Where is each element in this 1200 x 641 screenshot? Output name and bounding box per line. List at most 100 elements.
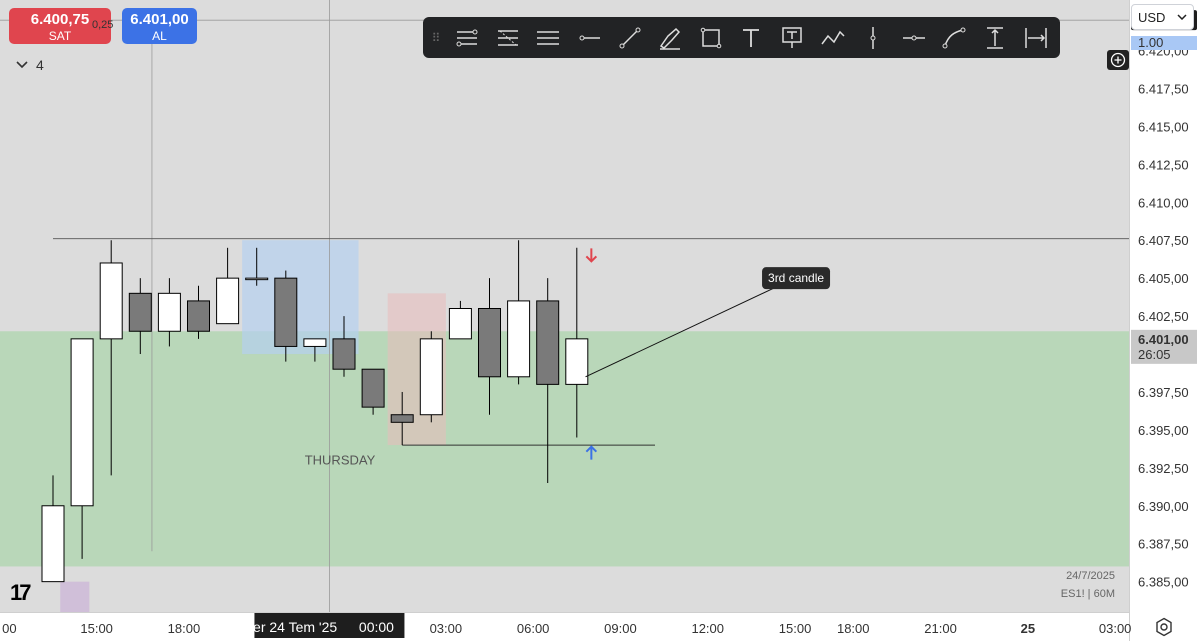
time-tick-label: 18:00 [168,621,201,636]
currency-value: USD [1138,9,1166,25]
plus-circle-icon [1110,52,1126,68]
fib-extension-tool[interactable] [488,17,529,58]
time-tick-label: 06:00 [517,621,550,636]
price-tick-label: 6.402,50 [1138,309,1189,324]
trend-line-tool[interactable] [609,17,650,58]
price-tick-label: 6.390,00 [1138,499,1189,514]
buy-label: AL [152,29,167,43]
fib-retracement-icon [456,29,478,46]
candle-body-bull [99,262,123,340]
candle-body-bear [361,368,385,408]
buy-button[interactable]: 6.401,00 AL [122,8,197,44]
candle-body-bull [419,338,443,416]
price-range-icon [987,26,1004,49]
time-tick-label: 18:00 [837,621,870,636]
candle-body-bull [70,338,94,507]
price-chart[interactable]: THURSDAY 3rd candle 6.385,00 6.387,50 6.390,… [0,0,1200,641]
add-alert-button[interactable] [1107,50,1129,70]
time-tick-label: 21:00 [924,621,957,636]
zone-1[interactable] [242,240,359,355]
chevron-down-icon [1177,14,1187,20]
candle-body-bull [245,277,269,281]
date-range-tool[interactable] [1015,17,1056,58]
time-tick-label: 15:00 [779,621,812,636]
horizontal-ray-tool[interactable] [569,17,610,58]
current-price-label: 6.401,00 [1138,332,1189,347]
horizontal-ray-icon [579,35,601,40]
price-range-tool[interactable] [975,17,1016,58]
price-tick-label: 6.410,00 [1138,195,1189,210]
crosshair-tag-label: 1.00 [1138,35,1163,50]
candle-body-bear [187,300,210,332]
price-tick-label: 6.415,00 [1138,119,1189,134]
chart-date-label: 24/7/2025 [1066,570,1115,582]
price-tick-label: 6.387,50 [1138,537,1189,552]
drawing-toolbar: ⠿ [423,17,1060,58]
indicator-count: 4 [36,57,44,73]
candle-body-bear [128,292,152,332]
price-tick-label: 6.395,00 [1138,423,1189,438]
annotation-text: THURSDAY [305,452,376,467]
price-tick-label: 6.417,50 [1138,81,1189,96]
sell-label: SAT [48,29,72,43]
horizontal-line-icon [902,35,925,40]
candle-body-bull [216,277,240,325]
price-tick-label: 6.412,50 [1138,157,1189,172]
rectangle-tool[interactable] [691,17,732,58]
price-tick-label: 6.392,50 [1138,461,1189,476]
candle-body-bull [448,308,472,340]
candle-body-bear [390,414,414,423]
curve-tool[interactable] [934,17,975,58]
candle-body-bull [41,505,65,583]
time-tick-label: 25 [1021,621,1035,636]
spread-value: 0,25 [92,19,114,31]
fib-extension-icon [497,29,518,46]
time-tick-label: 15:00 [80,621,113,636]
candle-body-bull [303,338,327,347]
chevron-down-icon [16,61,28,69]
brush-tool[interactable] [650,17,691,58]
price-tick-label: 6.405,00 [1138,271,1189,286]
settings-icon[interactable] [1154,617,1174,637]
candle-body-bear [332,338,356,370]
parallel-channel-icon [537,30,560,45]
currency-select[interactable]: USD [1131,4,1194,30]
callout-text: 3rd candle [768,271,824,285]
fib-retracement-tool[interactable] [447,17,488,58]
rectangle-icon [700,27,722,48]
time-tick-label: 03:00 [1099,621,1132,636]
horizontal-line-tool[interactable] [894,17,935,58]
text-box-icon [782,26,802,48]
chart-symbol-label: ES1! | 60M [1061,588,1115,600]
drag-handle-icon[interactable]: ⠿ [423,31,447,45]
curve-icon [942,27,966,48]
date-range-icon [1024,27,1047,48]
candle-body-bear [536,300,560,385]
vertical-line-icon [870,26,876,49]
brush-icon [660,27,681,50]
candle-body-bear [478,308,501,378]
text-box-tool[interactable] [772,17,813,58]
time-tick-label: 12:00 [691,621,724,636]
candle[interactable] [419,331,443,423]
buy-price: 6.401,00 [130,11,189,28]
text-tool[interactable] [731,17,772,58]
indicator-collapse[interactable]: 4 [16,57,44,73]
vertical-line-tool[interactable] [853,17,894,58]
parallel-channel-tool[interactable] [528,17,569,58]
path-tool[interactable] [812,17,853,58]
crosshair-time-label: 00:00 [359,619,394,635]
candle-body-bear [274,277,298,347]
trend-line-icon [619,27,641,48]
price-tick-label: 6.385,00 [1138,575,1189,590]
path-icon [821,30,845,44]
time-tick-label: 00 [2,621,16,636]
tradingview-logo[interactable]: 17 [10,580,32,606]
time-tick-label: 09:00 [604,621,637,636]
price-tick-label: 6.407,50 [1138,233,1189,248]
zone-3[interactable] [60,581,90,612]
countdown-label: 26:05 [1138,347,1171,362]
price-tick-label: 6.397,50 [1138,385,1189,400]
candle-body-bull [565,338,589,385]
zone-0[interactable] [0,331,1129,567]
